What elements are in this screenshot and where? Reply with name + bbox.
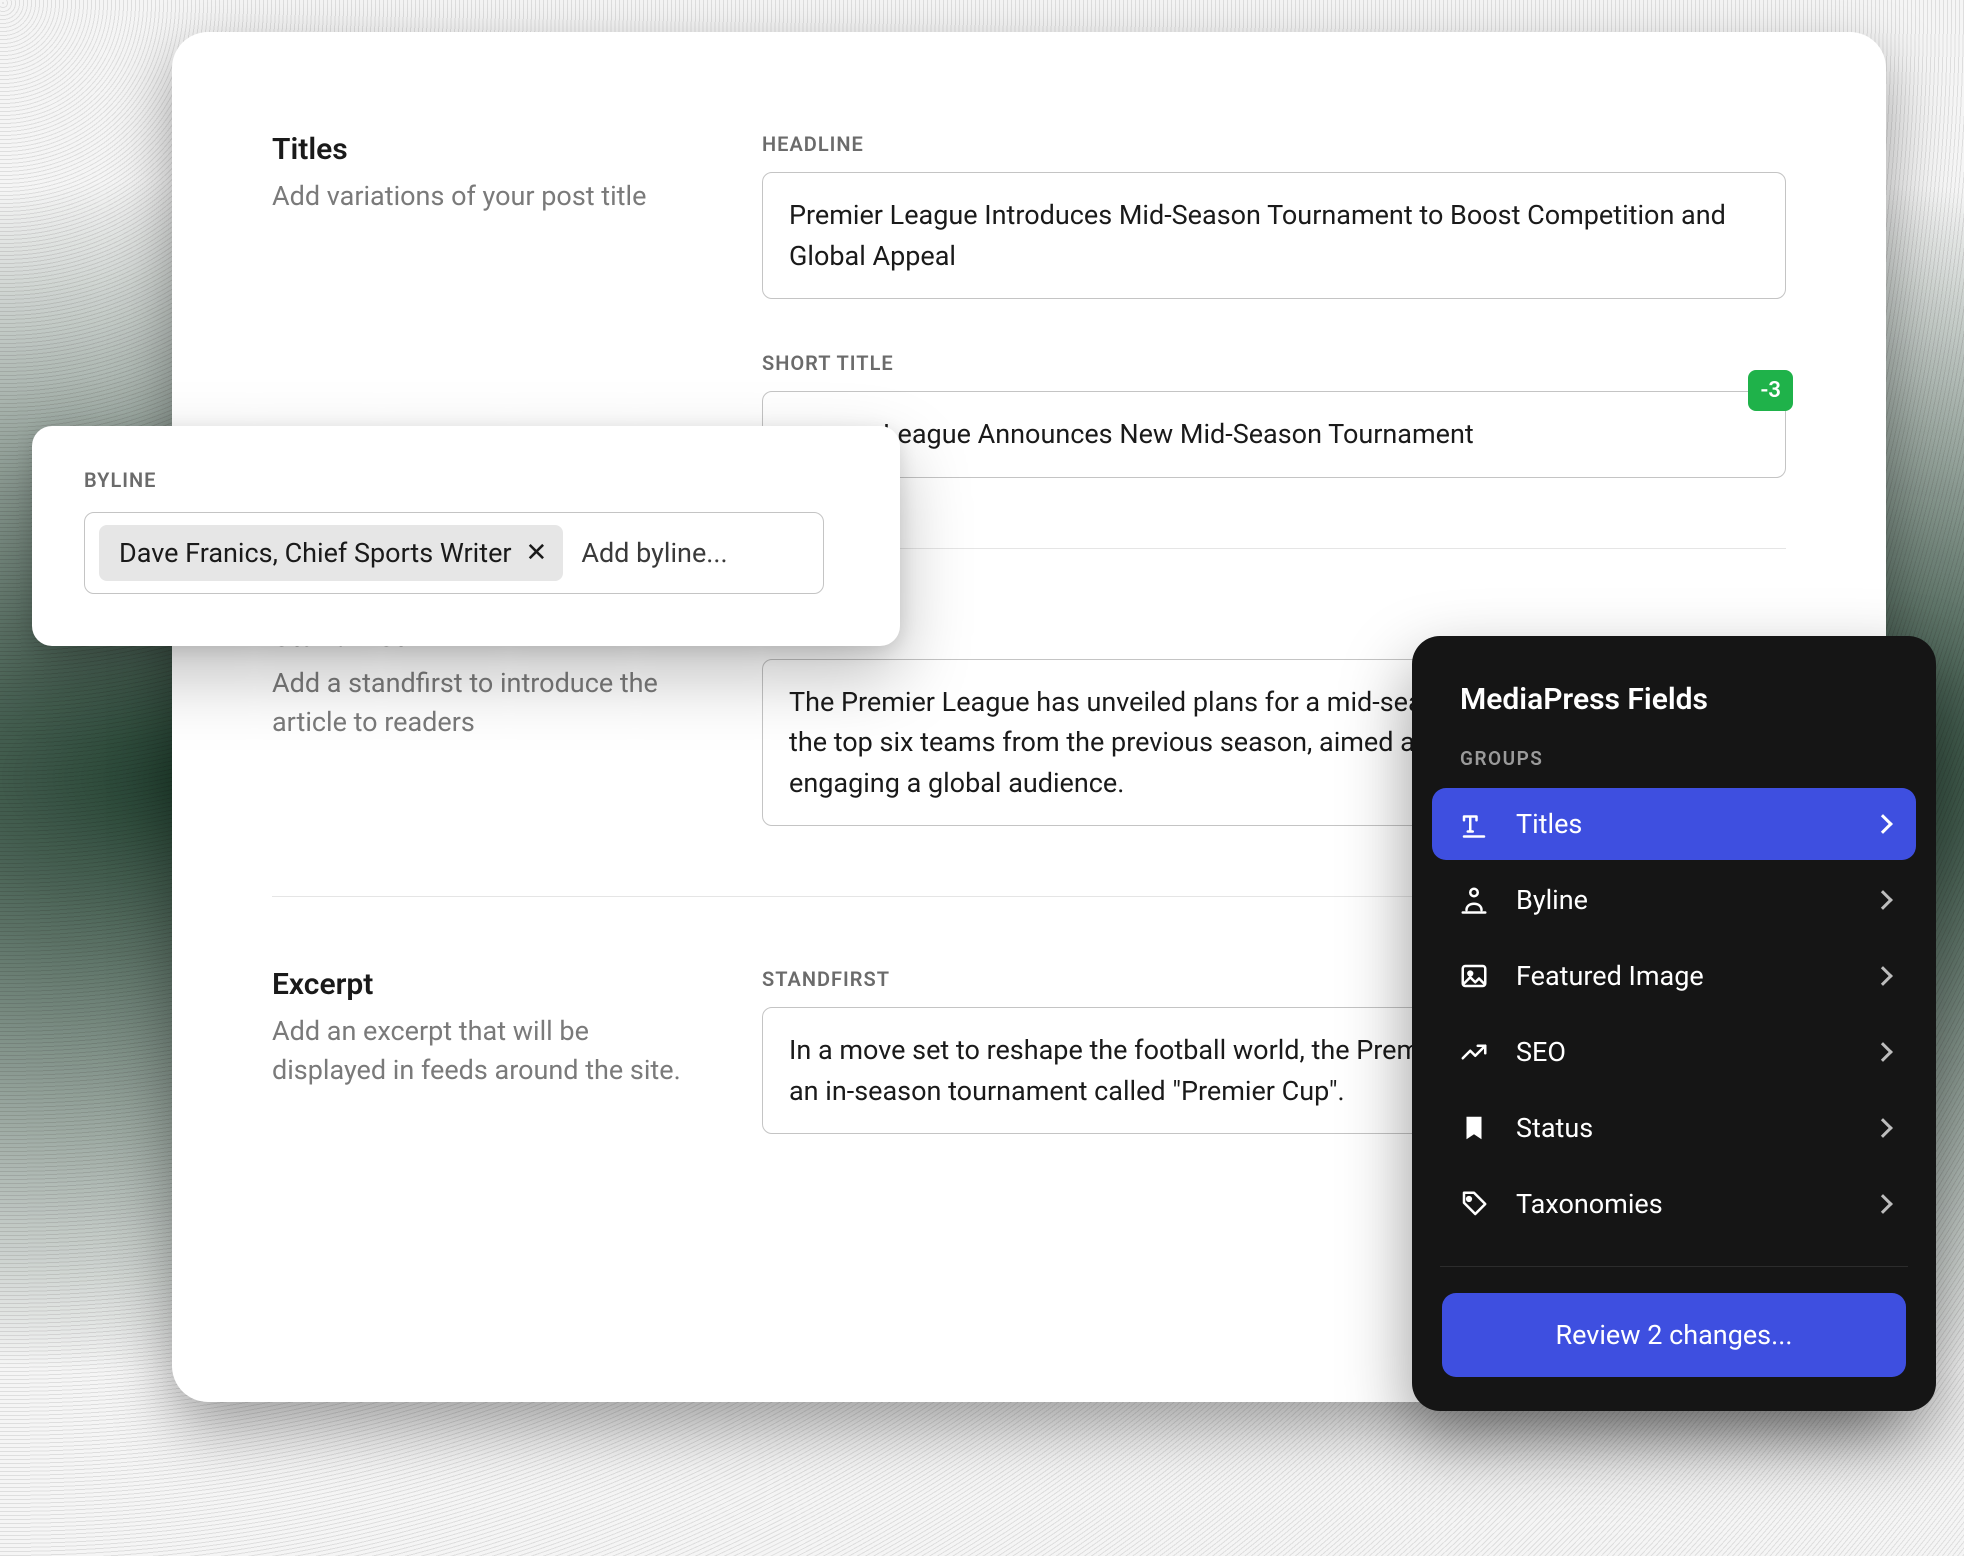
image-icon (1458, 960, 1490, 992)
panel-title: MediaPress Fields (1432, 682, 1916, 747)
headline-value: Premier League Introduces Mid-Season Tou… (789, 199, 1726, 272)
section-desc-titles: Add variations of your post title (272, 177, 702, 216)
byline-placeholder: Add byline... (581, 537, 727, 569)
chevron-right-icon (1873, 1118, 1893, 1138)
section-heading-excerpt: Excerpt (272, 967, 702, 1002)
panel-groups-label: GROUPS (1432, 747, 1916, 788)
field-label-headline: HEADLINE (762, 132, 1786, 156)
tag-icon (1458, 1188, 1490, 1220)
group-item-byline[interactable]: Byline (1432, 864, 1916, 936)
person-icon (1458, 884, 1490, 916)
group-list: Titles Byline Featured Image SEO (1432, 788, 1916, 1266)
byline-input[interactable]: Dave Franics, Chief Sports Writer ✕ Add … (84, 512, 824, 594)
field-short-title: SHORT TITLE -3 League Announces New Mid-… (762, 351, 1786, 478)
field-headline: HEADLINE Premier League Introduces Mid-S… (762, 132, 1786, 299)
byline-chip[interactable]: Dave Franics, Chief Sports Writer ✕ (99, 525, 563, 581)
close-icon[interactable]: ✕ (526, 540, 548, 566)
bookmark-icon (1458, 1112, 1490, 1144)
group-label: Taxonomies (1516, 1188, 1850, 1220)
chevron-right-icon (1873, 1042, 1893, 1062)
fields-panel: MediaPress Fields GROUPS Titles Byline F… (1412, 636, 1936, 1411)
section-heading-titles: Titles (272, 132, 702, 167)
group-item-seo[interactable]: SEO (1432, 1016, 1916, 1088)
group-item-taxonomies[interactable]: Taxonomies (1432, 1168, 1916, 1240)
type-icon (1458, 808, 1490, 840)
chevron-right-icon (1873, 814, 1893, 834)
byline-chip-text: Dave Franics, Chief Sports Writer (119, 537, 512, 569)
byline-label: BYLINE (84, 468, 848, 492)
chevron-right-icon (1873, 966, 1893, 986)
short-title-value: League Announces New Mid-Season Tourname… (883, 418, 1474, 450)
chevron-right-icon (1873, 890, 1893, 910)
char-count-badge: -3 (1748, 370, 1793, 411)
group-label: Status (1516, 1112, 1850, 1144)
field-label-short-title: SHORT TITLE (762, 351, 1786, 375)
panel-divider (1440, 1266, 1908, 1267)
short-title-input[interactable]: -3 League Announces New Mid-Season Tourn… (762, 391, 1786, 478)
review-button-label: Review 2 changes... (1556, 1319, 1793, 1351)
group-label: Byline (1516, 884, 1850, 916)
section-desc-excerpt: Add an excerpt that will be displayed in… (272, 1012, 702, 1090)
section-desc-standfirst: Add a standfirst to introduce the articl… (272, 664, 702, 742)
trend-icon (1458, 1036, 1490, 1068)
headline-input[interactable]: Premier League Introduces Mid-Season Tou… (762, 172, 1786, 299)
review-changes-button[interactable]: Review 2 changes... (1442, 1293, 1906, 1377)
group-item-featured-image[interactable]: Featured Image (1432, 940, 1916, 1012)
chevron-right-icon (1873, 1194, 1893, 1214)
group-item-titles[interactable]: Titles (1432, 788, 1916, 860)
group-label: Featured Image (1516, 960, 1850, 992)
group-item-status[interactable]: Status (1432, 1092, 1916, 1164)
group-label: Titles (1516, 808, 1850, 840)
group-label: SEO (1516, 1036, 1850, 1068)
byline-popover: BYLINE Dave Franics, Chief Sports Writer… (32, 426, 900, 646)
